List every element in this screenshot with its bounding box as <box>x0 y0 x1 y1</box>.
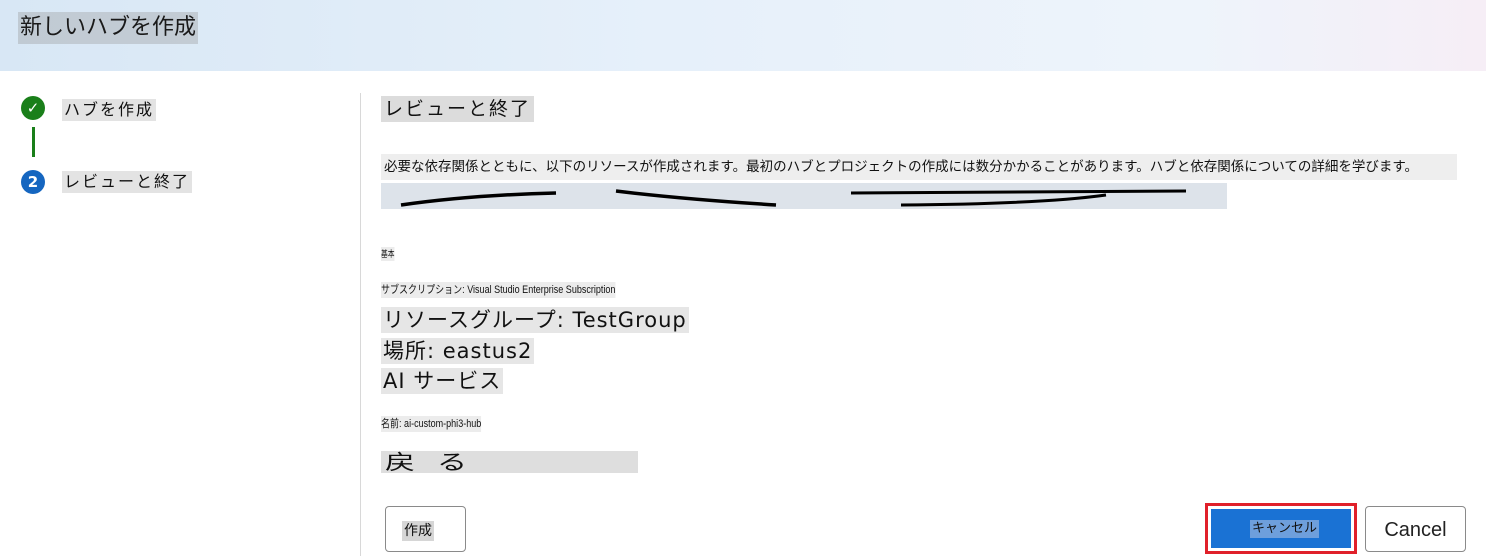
location-value: 場所: eastus2 <box>381 338 535 364</box>
resource-group-value: リソースグループ: TestGroup <box>381 307 689 333</box>
step-create-hub[interactable]: ハブを作成 <box>62 99 157 121</box>
subscription-value: サブスクリプション: Visual Studio Enterprise Subs… <box>381 282 616 298</box>
back-link[interactable]: 戻る <box>381 451 638 473</box>
description-text: 必要な依存関係とともに、以下のリソースが作成されます。最初のハブとプロジェクトの… <box>381 154 1457 180</box>
divider <box>360 93 361 556</box>
section-title: レビューと終了 <box>381 96 535 122</box>
learn-more-link[interactable] <box>381 183 1227 209</box>
create-button[interactable]: 作成 <box>385 506 466 552</box>
garbled-link-graphic <box>400 189 1187 207</box>
cancel-ja-label: キャンセル <box>1250 520 1320 538</box>
create-button-label: 作成 <box>402 521 434 541</box>
page-title: 新しいハブを作成 <box>18 12 199 44</box>
cancel-button[interactable]: Cancel <box>1365 506 1466 552</box>
step-review-finish[interactable]: レビューと終了 <box>62 171 193 193</box>
step-complete-check-icon: ✓ <box>21 96 45 120</box>
ai-services-label: AI サービス <box>381 368 504 394</box>
wizard-steps: ✓ ハブを作成 2 レビューと終了 <box>0 71 360 556</box>
header-bar: 新しいハブを作成 <box>0 0 1486 71</box>
hub-name-value: 名前: ai-custom-phi3-hub <box>381 416 482 432</box>
basics-label: 基本 <box>381 247 395 261</box>
cancel-ja-button[interactable]: キャンセル <box>1205 503 1357 554</box>
step-number-icon: 2 <box>21 170 45 194</box>
back-label: 戻る <box>385 451 489 473</box>
step-connector <box>32 127 35 157</box>
